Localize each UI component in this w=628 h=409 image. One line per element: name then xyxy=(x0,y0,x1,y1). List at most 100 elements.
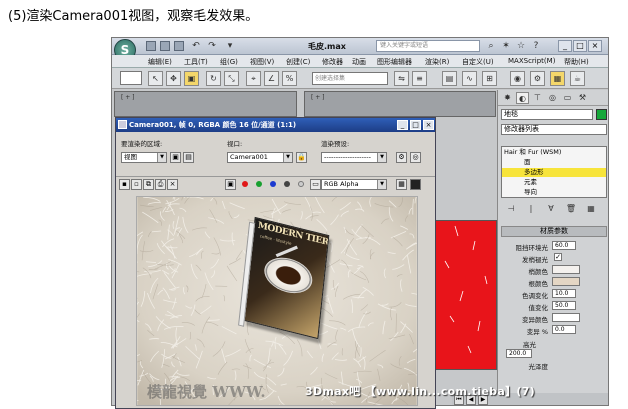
remove-modifier-icon[interactable]: 🗑 xyxy=(565,203,577,214)
object-color-swatch[interactable] xyxy=(596,109,607,120)
alpha-channel-icon[interactable] xyxy=(284,181,290,187)
new-file-icon[interactable] xyxy=(146,41,156,51)
binoculars-icon[interactable]: ⌕ xyxy=(485,40,497,52)
clone-frame-icon[interactable]: ⧉ xyxy=(143,179,154,190)
material-editor-icon[interactable]: ◉ xyxy=(510,71,525,86)
mirror-icon[interactable]: ⇋ xyxy=(394,71,409,86)
display-tab-icon[interactable]: ▭ xyxy=(561,92,574,104)
align-icon[interactable]: ≡ xyxy=(412,71,427,86)
redo-icon[interactable]: ↷ xyxy=(206,40,218,52)
snap-icon[interactable]: ⌖ xyxy=(246,71,261,86)
clear-image-icon[interactable]: × xyxy=(167,179,178,190)
render-minimize-button[interactable]: _ xyxy=(397,120,408,130)
close-button[interactable]: × xyxy=(588,40,602,52)
occlusion-spinner[interactable]: 60.0 xyxy=(552,241,576,250)
render-setup-button[interactable]: ⚙ xyxy=(396,152,407,163)
select-rotate-icon[interactable]: ↻ xyxy=(206,71,221,86)
lock-viewport-icon[interactable]: 🔒 xyxy=(296,152,307,163)
viewport-label[interactable]: [ + ] xyxy=(121,94,135,101)
make-unique-icon[interactable]: ∀ xyxy=(545,203,557,214)
selection-filter-dropdown[interactable] xyxy=(120,71,142,85)
edit-region-icon[interactable]: ▣ xyxy=(170,152,181,163)
maximize-button[interactable]: □ xyxy=(573,40,587,52)
modifier-list-dropdown[interactable]: 修改器列表 xyxy=(501,124,607,135)
perspective-viewport-red[interactable] xyxy=(434,220,497,370)
menu-help[interactable]: 帮助(H) xyxy=(564,57,589,67)
minimize-button[interactable]: _ xyxy=(558,40,572,52)
selection-set-input[interactable]: 创建选择集 xyxy=(312,72,388,85)
render-canvas[interactable]: MODERN TIER coffee · lifestyle 模龍視覺 WWW. xyxy=(136,196,418,406)
toggle-ui-overlay-icon[interactable]: ▦ xyxy=(396,179,407,190)
save-file-icon[interactable] xyxy=(174,41,184,51)
viewport-top-left[interactable]: [ + ] xyxy=(114,91,297,117)
tip-color-swatch[interactable] xyxy=(552,265,580,274)
stack-item[interactable]: 面 xyxy=(502,158,606,167)
channel-toggle-icon[interactable]: ▣ xyxy=(225,179,236,190)
stack-item[interactable]: Hair 和 Fur (WSM) xyxy=(502,148,606,157)
menu-edit[interactable]: 编辑(E) xyxy=(148,57,172,67)
viewport-dropdown[interactable]: Camera001 ▼ xyxy=(227,152,293,163)
project-folder-icon[interactable]: ▾ xyxy=(224,40,236,52)
render-teapot-icon[interactable]: ☕ xyxy=(570,71,585,86)
render-setup-icon[interactable]: ⚙ xyxy=(530,71,545,86)
object-name-field[interactable]: 地毯 xyxy=(501,109,593,120)
curve-editor-icon[interactable]: ∿ xyxy=(462,71,477,86)
menu-customize[interactable]: 自定义(U) xyxy=(462,57,494,67)
render-preset-dropdown[interactable]: -------------------- ▼ xyxy=(321,152,387,163)
green-channel-icon[interactable] xyxy=(256,181,262,187)
menu-group[interactable]: 组(G) xyxy=(220,57,238,67)
blue-channel-icon[interactable] xyxy=(270,181,276,187)
area-to-render-dropdown[interactable]: 视图 ▼ xyxy=(121,152,167,163)
environment-button[interactable]: ◎ xyxy=(410,152,421,163)
background-swatch-icon[interactable]: ▭ xyxy=(310,179,321,190)
mutant-percent-spinner[interactable]: 0.0 xyxy=(552,325,576,334)
rendered-frame-icon[interactable]: ▦ xyxy=(550,71,565,86)
hierarchy-tab-icon[interactable]: ⊤ xyxy=(531,92,544,104)
community-icon[interactable]: ✶ xyxy=(500,40,512,52)
print-image-icon[interactable]: ⎙ xyxy=(155,179,166,190)
menu-rendering[interactable]: 渲染(R) xyxy=(425,57,449,67)
stack-item[interactable]: 元素 xyxy=(502,178,606,187)
select-region-icon[interactable]: ▣ xyxy=(184,71,199,86)
motion-tab-icon[interactable]: ◎ xyxy=(546,92,559,104)
channel-display-dropdown[interactable]: RGB Alpha ▼ xyxy=(321,179,387,190)
mono-channel-icon[interactable] xyxy=(298,181,304,187)
utilities-tab-icon[interactable]: ⚒ xyxy=(576,92,589,104)
menu-graph-editors[interactable]: 图形编辑器 xyxy=(377,57,412,67)
menu-views[interactable]: 视图(V) xyxy=(250,57,274,67)
mutant-color-swatch[interactable] xyxy=(552,313,580,322)
save-image-icon[interactable]: ▪ xyxy=(119,179,130,190)
viewport-top-right[interactable]: [ + ] xyxy=(304,91,496,117)
value-variation-spinner[interactable]: 50.0 xyxy=(552,301,576,310)
hue-variation-spinner[interactable]: 10.0 xyxy=(552,289,576,298)
highlight-spinner[interactable]: 200.0 xyxy=(506,349,532,358)
help-icon[interactable]: ? xyxy=(530,40,542,52)
percent-snap-icon[interactable]: % xyxy=(282,71,297,86)
copy-image-icon[interactable]: ▫ xyxy=(131,179,142,190)
create-tab-icon[interactable]: ✸ xyxy=(501,92,514,104)
modify-tab-icon[interactable]: ◐ xyxy=(516,92,529,104)
angle-snap-icon[interactable]: ∠ xyxy=(264,71,279,86)
display-mode-icon[interactable] xyxy=(410,179,421,190)
tip-fade-checkbox[interactable]: ✓ xyxy=(554,253,562,261)
select-scale-icon[interactable]: ⤡ xyxy=(224,71,239,86)
menu-maxscript[interactable]: MAXScript(M) xyxy=(508,57,555,65)
search-input[interactable]: 键入关键字或短语 xyxy=(376,40,480,52)
menu-create[interactable]: 创建(C) xyxy=(286,57,310,67)
render-close-button[interactable]: × xyxy=(423,120,434,130)
viewport-label[interactable]: [ + ] xyxy=(311,94,325,101)
favorites-icon[interactable]: ☆ xyxy=(515,40,527,52)
undo-icon[interactable]: ↶ xyxy=(190,40,202,52)
show-end-result-icon[interactable]: | xyxy=(525,203,537,214)
configure-sets-icon[interactable]: ▦ xyxy=(585,203,597,214)
pin-stack-icon[interactable]: ⊣ xyxy=(505,203,517,214)
open-file-icon[interactable] xyxy=(160,41,170,51)
schematic-view-icon[interactable]: ⊞ xyxy=(482,71,497,86)
menu-tools[interactable]: 工具(T) xyxy=(184,57,208,67)
menu-modifiers[interactable]: 修改器 xyxy=(322,57,343,67)
select-move-icon[interactable]: ✥ xyxy=(166,71,181,86)
layer-manager-icon[interactable]: ▤ xyxy=(442,71,457,86)
red-channel-icon[interactable] xyxy=(242,181,248,187)
root-color-swatch[interactable] xyxy=(552,277,580,286)
stack-item[interactable]: 导向 xyxy=(502,188,606,197)
